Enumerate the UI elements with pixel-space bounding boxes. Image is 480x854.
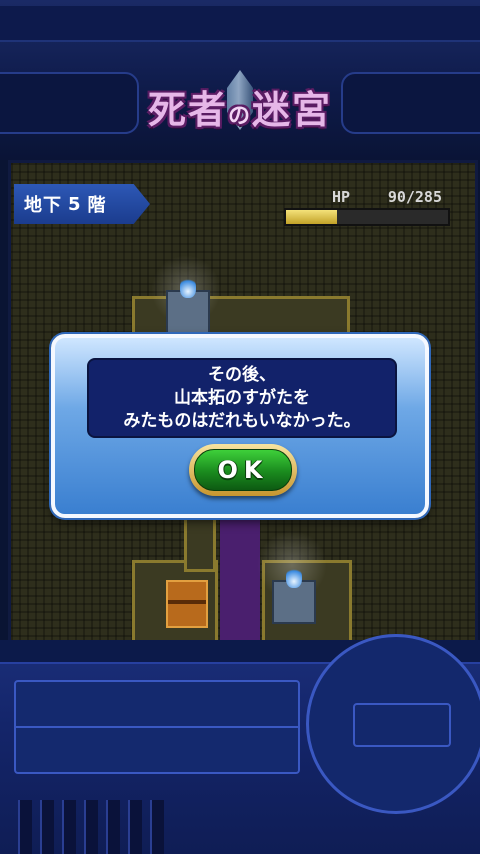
treasure-chest-icon xyxy=(166,580,208,628)
hp-label: HP xyxy=(332,188,351,206)
hp-value: 90/285 xyxy=(387,188,442,206)
vent-slot xyxy=(18,800,32,854)
right-control-circle xyxy=(306,634,480,814)
header-frame: 死者の迷宮 xyxy=(0,0,480,160)
game-title: 死者の迷宮 xyxy=(148,79,332,134)
message-line: みたものはだれもいなかった。 xyxy=(123,410,361,431)
vent-slot xyxy=(128,800,142,854)
vent-slot xyxy=(40,800,54,854)
message-box: その後、 山本拓のすがたを みたものはだれもいなかった。 xyxy=(87,358,397,438)
floor-prefix: 地下 xyxy=(24,195,62,216)
vent-slot xyxy=(62,800,76,854)
ok-button-label: OK xyxy=(217,456,269,484)
floor-indicator: 地下 5 階 xyxy=(14,184,150,224)
vent-slot xyxy=(106,800,120,854)
game-logo: 死者の迷宮 xyxy=(140,78,340,134)
header-panel-left xyxy=(0,72,139,134)
header-band xyxy=(0,6,480,42)
circle-slot xyxy=(353,703,451,747)
ok-button-face: OK xyxy=(194,449,292,491)
hp-bar-fill xyxy=(286,210,338,224)
hp-bar xyxy=(284,208,450,226)
floor-number: 5 xyxy=(68,193,82,215)
vent-slot xyxy=(84,800,98,854)
purple-carpet xyxy=(220,500,260,640)
title-main: 死者 xyxy=(147,86,228,132)
floor-suffix: 階 xyxy=(87,195,107,216)
dungeon-corridor-wall xyxy=(184,516,216,572)
message-line: 山本拓のすがたを xyxy=(174,387,310,408)
message-line: その後、 xyxy=(208,364,276,385)
title-end: 迷宮 xyxy=(252,86,333,132)
torch-icon xyxy=(166,276,210,334)
ok-button[interactable]: OK xyxy=(189,444,297,496)
pad-divider xyxy=(16,726,298,728)
vent-slot xyxy=(150,800,164,854)
flame-icon xyxy=(286,566,302,588)
message-dialog: その後、 山本拓のすがたを みたものはだれもいなかった。 OK xyxy=(51,334,429,518)
flame-icon xyxy=(180,276,196,298)
title-particle: の xyxy=(227,102,252,129)
header-panel-right xyxy=(341,72,480,134)
torch-icon xyxy=(272,566,316,624)
left-control-pad xyxy=(14,680,300,774)
